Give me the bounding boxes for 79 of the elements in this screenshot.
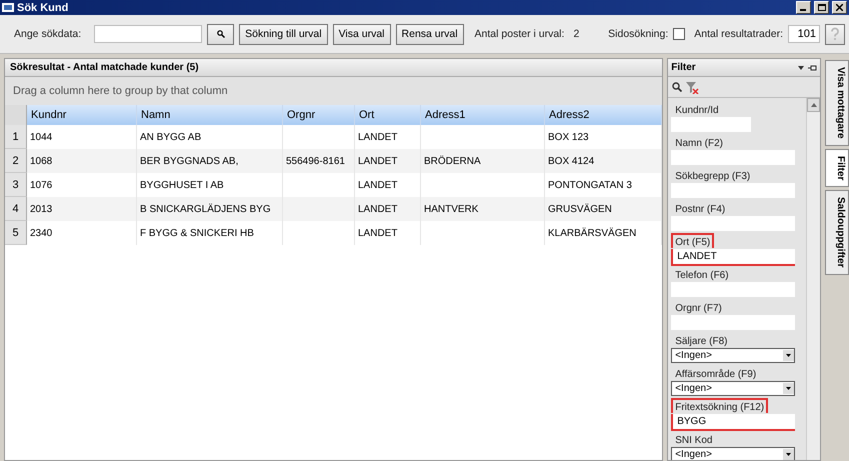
side-tab[interactable]: Visa mottagare — [825, 60, 849, 146]
table-cell: 556496-8161 — [283, 149, 355, 173]
help-icon — [829, 27, 841, 41]
input-field[interactable] — [671, 216, 796, 231]
toolbar-button[interactable]: Rensa urval — [396, 24, 464, 44]
input-field[interactable] — [671, 117, 752, 132]
window-icon — [2, 3, 14, 12]
minimize-button[interactable] — [796, 1, 811, 14]
clear-filter-icon[interactable] — [686, 80, 700, 94]
side-search-label: Sidosökning: — [608, 28, 668, 40]
table-cell: BOX 4124 — [545, 149, 662, 173]
field-label: Postnr (F4) — [674, 203, 726, 215]
rows-field[interactable]: 101 — [788, 25, 820, 43]
input-field[interactable]: LANDET — [671, 249, 796, 264]
column-header[interactable]: Adress2 — [545, 105, 662, 125]
search-button[interactable] — [207, 24, 234, 44]
pin-icon — [808, 64, 818, 70]
input-field[interactable]: BYGG — [671, 414, 796, 429]
table-cell: LANDET — [355, 197, 421, 221]
input-field[interactable] — [671, 282, 796, 297]
search-icon — [216, 30, 225, 38]
table-cell: GRUSVÄGEN — [545, 197, 662, 221]
dropdown-field[interactable]: <Ingen> — [671, 381, 796, 396]
column-header[interactable]: Namn — [137, 105, 283, 125]
close-button[interactable] — [832, 1, 847, 14]
grid-corner — [5, 105, 27, 125]
help-button[interactable] — [825, 24, 845, 44]
field-label: Affärsområde (F9) — [674, 368, 758, 380]
row-number: 5 — [5, 221, 27, 245]
dropdown-field[interactable]: <Ingen> — [671, 447, 796, 460]
table-cell: 1068 — [27, 149, 137, 173]
row-number: 1 — [5, 125, 27, 149]
toolbar-button[interactable]: Sökning till urval — [239, 24, 328, 44]
side-tab[interactable]: Filter — [825, 148, 849, 187]
field-label: Sökbegrepp (F3) — [674, 170, 752, 182]
input-field[interactable] — [671, 183, 796, 198]
table-cell: HANTVERK — [421, 197, 545, 221]
count-value: 2 — [573, 28, 580, 40]
toolbar-button[interactable]: Visa urval — [332, 24, 391, 44]
up-arrow-icon — [810, 103, 817, 107]
window-title: Sök Kund — [17, 2, 70, 14]
maximize-button[interactable] — [814, 1, 829, 14]
table-cell: BER BYGGNADS AB, — [137, 149, 283, 173]
rows-label: Antal resultatrader: — [694, 28, 783, 40]
side-tab[interactable]: Saldouppgifter — [825, 190, 849, 275]
row-number: 2 — [5, 149, 27, 173]
row-number: 3 — [5, 173, 27, 197]
table-cell: 2013 — [27, 197, 137, 221]
table-cell: AN BYGG AB — [137, 125, 283, 149]
count-label: Antal poster i urval: — [474, 28, 564, 40]
table-cell: B SNICKARGLÄDJENS BYG — [137, 197, 283, 221]
results-title: Sökresultat - Antal matchade kunder (5) — [5, 59, 662, 77]
field-label: Namn (F2) — [674, 137, 724, 149]
filter-title: Filter — [671, 62, 697, 73]
table-cell: LANDET — [355, 149, 421, 173]
maximize-icon — [818, 4, 826, 11]
field-label: Telefon (F6) — [674, 269, 730, 281]
input-field[interactable] — [671, 150, 796, 165]
field-label: SNI Kod — [674, 434, 714, 446]
search-label: Ange sökdata: — [14, 28, 82, 40]
column-header[interactable]: Orgnr — [283, 105, 355, 125]
search-icon[interactable] — [672, 82, 682, 92]
side-search-checkbox[interactable] — [673, 28, 686, 40]
column-header[interactable]: Ort — [355, 105, 421, 125]
field-label: Säljare (F8) — [674, 335, 728, 347]
table-cell — [283, 197, 355, 221]
input-field[interactable] — [671, 315, 796, 330]
close-icon — [836, 4, 843, 11]
dropdown-field[interactable]: <Ingen> — [671, 348, 796, 363]
column-header[interactable]: Kundnr — [27, 105, 137, 125]
table-cell: BRÖDERNA — [421, 149, 545, 173]
search-field[interactable] — [94, 25, 202, 43]
field-label: Orgnr (F7) — [674, 302, 723, 314]
field-label: Kundnr/Id — [674, 104, 720, 116]
scroll-up-button[interactable] — [807, 98, 820, 112]
column-header[interactable]: Adress1 — [421, 105, 545, 125]
dropdown-arrow-icon — [798, 66, 804, 70]
group-by-area: Drag a column here to group by that column — [5, 77, 662, 105]
row-number: 4 — [5, 197, 27, 221]
